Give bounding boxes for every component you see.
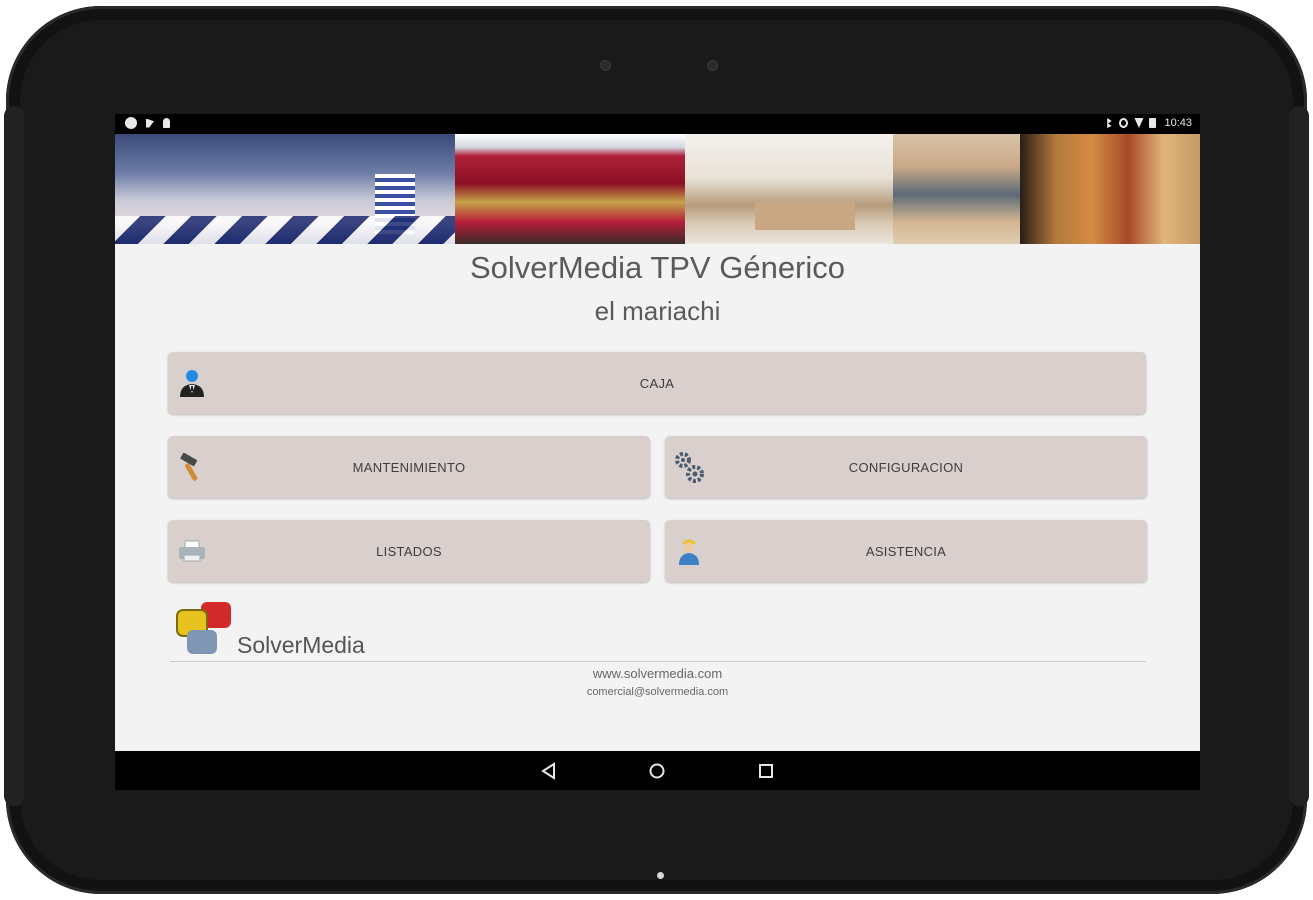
alarm-icon: [1119, 118, 1128, 128]
app-title: SolverMedia TPV Génerico: [469, 250, 846, 285]
configuracion-button[interactable]: CONFIGURACION: [665, 436, 1147, 498]
status-bar: 10:43: [115, 114, 1200, 134]
home-icon[interactable]: [648, 762, 666, 780]
location-pin-icon: [163, 118, 170, 128]
recents-icon[interactable]: [757, 762, 775, 780]
asistencia-label: ASISTENCIA: [865, 543, 947, 559]
store-name: el mariachi: [594, 296, 721, 326]
circle-icon: [125, 117, 137, 129]
tablet-home-dot: [657, 872, 664, 879]
store-banner: [115, 134, 1200, 244]
caja-label: CAJA: [639, 375, 675, 391]
bluetooth-icon: [1107, 118, 1112, 128]
status-time: 10:43: [1164, 117, 1192, 129]
tablet-left-grip: [4, 106, 24, 806]
front-camera-right: [708, 61, 717, 70]
banner-photo-2: [455, 134, 685, 244]
banner-photo-5: [1020, 134, 1200, 244]
email-link[interactable]: comercial@solvermedia.com: [115, 686, 1200, 698]
banner-photo-1: [115, 134, 455, 244]
banner-photo-4: [893, 134, 1020, 244]
back-icon[interactable]: [540, 762, 558, 780]
mantenimiento-label: MANTENIMIENTO: [352, 459, 466, 475]
banner-photo-3: [685, 134, 893, 244]
app-screen: 10:43 SolverMedia TPV Génerico el mariac…: [115, 114, 1200, 790]
battery-icon: [1149, 118, 1157, 128]
caja-button[interactable]: CAJA: [168, 352, 1146, 414]
notification-icon: [146, 118, 154, 128]
wifi-icon: [1134, 118, 1144, 128]
navigation-bar: [115, 751, 1200, 790]
listados-label: LISTADOS: [376, 543, 442, 559]
asistencia-button[interactable]: ASISTENCIA: [665, 520, 1147, 582]
website-link[interactable]: www.solvermedia.com: [115, 666, 1200, 681]
footer-divider: [170, 661, 1146, 662]
listados-button[interactable]: LISTADOS: [168, 520, 650, 582]
configuracion-label: CONFIGURACION: [848, 459, 964, 475]
tablet-right-grip: [1289, 106, 1309, 806]
mantenimiento-button[interactable]: MANTENIMIENTO: [168, 436, 650, 498]
solvermedia-logo: [173, 600, 243, 660]
front-camera-left: [601, 61, 610, 70]
brand-name: SolverMedia: [237, 632, 365, 658]
